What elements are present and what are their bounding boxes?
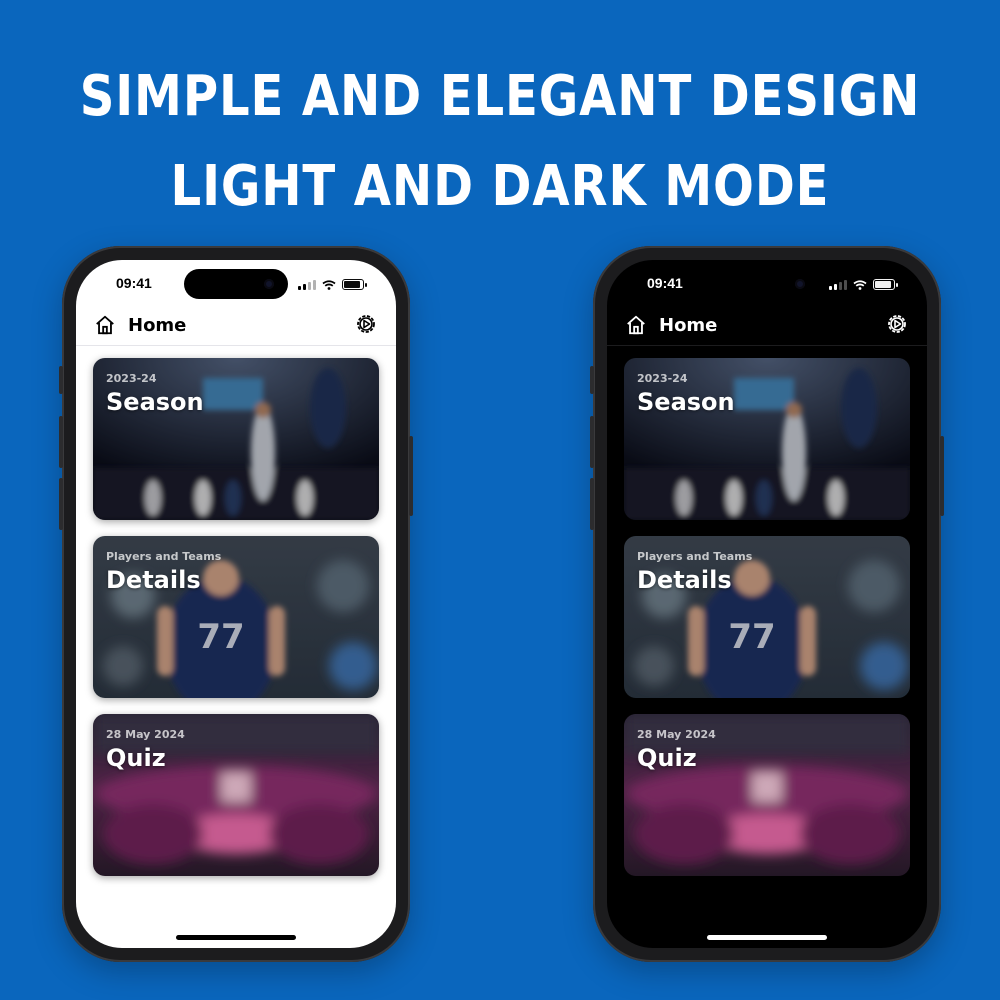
battery-icon: [342, 279, 367, 290]
headline-line-2: LIGHT AND DARK MODE: [170, 154, 830, 219]
wifi-icon: [322, 280, 336, 290]
card-quiz[interactable]: 28 May 2024 Quiz: [93, 714, 379, 876]
cellular-signal-icon: [829, 280, 847, 290]
card-title: Details: [106, 566, 201, 594]
card-season[interactable]: 2023-24 Season: [93, 358, 379, 520]
phone-light-mode: 09:41 Home 2023-24 Season Players and Te…: [59, 246, 413, 962]
home-indicator[interactable]: [707, 935, 827, 940]
card-subtitle: 2023-24: [106, 372, 157, 385]
cellular-signal-icon: [298, 280, 316, 290]
nav-bar: Home: [607, 306, 927, 346]
page-title: Home: [659, 315, 718, 336]
card-details[interactable]: 77 Players and Teams Details: [624, 536, 910, 698]
status-bar: 09:41: [76, 260, 396, 304]
card-quiz[interactable]: 28 May 2024 Quiz: [624, 714, 910, 876]
gear-icon[interactable]: [354, 312, 378, 336]
card-details[interactable]: 77 Players and Teams Details: [93, 536, 379, 698]
status-bar: 09:41: [607, 260, 927, 304]
screen: 09:41 Home 2023-24 Season Players and Te…: [607, 260, 927, 948]
status-time: 09:41: [116, 275, 152, 291]
phone-dark-mode: 09:41 Home 2023-24 Season Players and Te…: [590, 246, 944, 962]
card-title: Details: [637, 566, 732, 594]
card-subtitle: 28 May 2024: [637, 728, 716, 741]
power-button: [940, 436, 944, 516]
headline: SIMPLE AND ELEGANT DESIGN LIGHT AND DARK…: [70, 52, 930, 232]
card-title: Season: [637, 388, 735, 416]
card-title: Quiz: [106, 744, 166, 772]
headline-line-1: SIMPLE AND ELEGANT DESIGN: [79, 64, 921, 129]
card-season[interactable]: 2023-24 Season: [624, 358, 910, 520]
gear-icon[interactable]: [885, 312, 909, 336]
home-icon[interactable]: [94, 314, 116, 336]
page-title: Home: [128, 315, 187, 336]
dynamic-island: [184, 269, 288, 299]
card-subtitle: Players and Teams: [637, 550, 753, 563]
card-title: Quiz: [637, 744, 697, 772]
volume-up-button: [59, 416, 63, 468]
card-title: Season: [106, 388, 204, 416]
card-list: 2023-24 Season Players and Teams Details…: [624, 358, 910, 892]
card-subtitle: 2023-24: [637, 372, 688, 385]
dynamic-island: [715, 269, 819, 299]
card-list: 2023-24 Season Players and Teams Details…: [93, 358, 379, 892]
volume-down-button: [59, 478, 63, 530]
status-icons: [829, 278, 898, 290]
mute-switch: [590, 366, 594, 394]
volume-down-button: [590, 478, 594, 530]
mute-switch: [59, 366, 63, 394]
nav-bar: Home: [76, 306, 396, 346]
status-icons: [298, 278, 367, 290]
volume-up-button: [590, 416, 594, 468]
card-subtitle: Players and Teams: [106, 550, 222, 563]
battery-icon: [873, 279, 898, 290]
power-button: [409, 436, 413, 516]
home-icon[interactable]: [625, 314, 647, 336]
wifi-icon: [853, 280, 867, 290]
status-time: 09:41: [647, 275, 683, 291]
card-subtitle: 28 May 2024: [106, 728, 185, 741]
screen: 09:41 Home 2023-24 Season Players and Te…: [76, 260, 396, 948]
home-indicator[interactable]: [176, 935, 296, 940]
